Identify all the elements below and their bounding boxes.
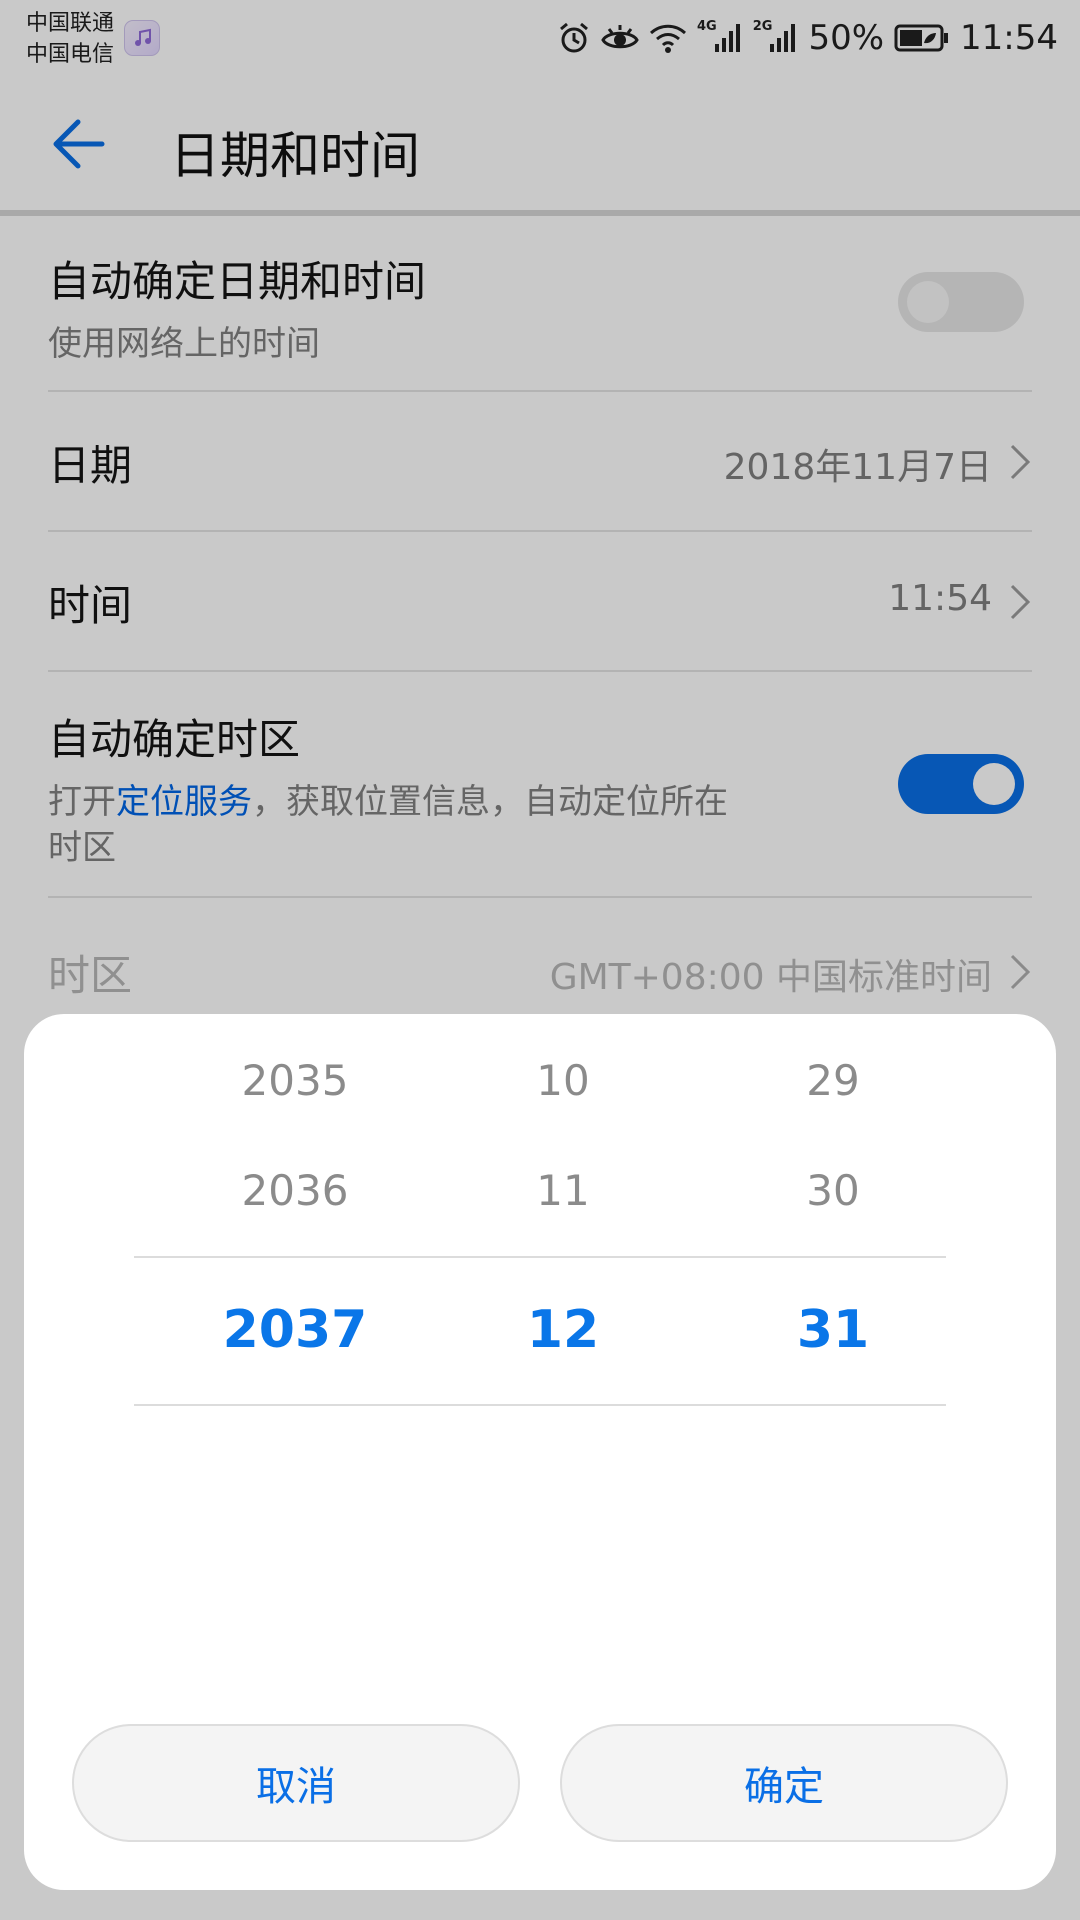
year-option[interactable]: 2035 — [160, 1056, 430, 1105]
day-option[interactable]: 29 — [698, 1056, 968, 1105]
date-picker-dialog: 2035 2036 2037 10 11 12 29 30 31 取消 确定 — [24, 1014, 1056, 1890]
year-selected[interactable]: 2037 — [160, 1300, 430, 1360]
selection-line-bottom — [134, 1404, 946, 1406]
month-option[interactable]: 10 — [428, 1056, 698, 1105]
date-picker[interactable]: 2035 2036 2037 10 11 12 29 30 31 — [24, 1014, 1056, 1514]
month-option[interactable]: 11 — [428, 1166, 698, 1215]
date-time-settings-screen: 中国联通 中国电信 4G 2G 50% 11:54 日期和时间 自动确定日期和时… — [0, 0, 1080, 1920]
day-option[interactable]: 30 — [698, 1166, 968, 1215]
year-option[interactable]: 2036 — [160, 1166, 430, 1215]
selection-line-top — [134, 1256, 946, 1258]
day-selected[interactable]: 31 — [698, 1300, 968, 1360]
cancel-button[interactable]: 取消 — [72, 1724, 520, 1842]
confirm-button[interactable]: 确定 — [560, 1724, 1008, 1842]
month-selected[interactable]: 12 — [428, 1300, 698, 1360]
